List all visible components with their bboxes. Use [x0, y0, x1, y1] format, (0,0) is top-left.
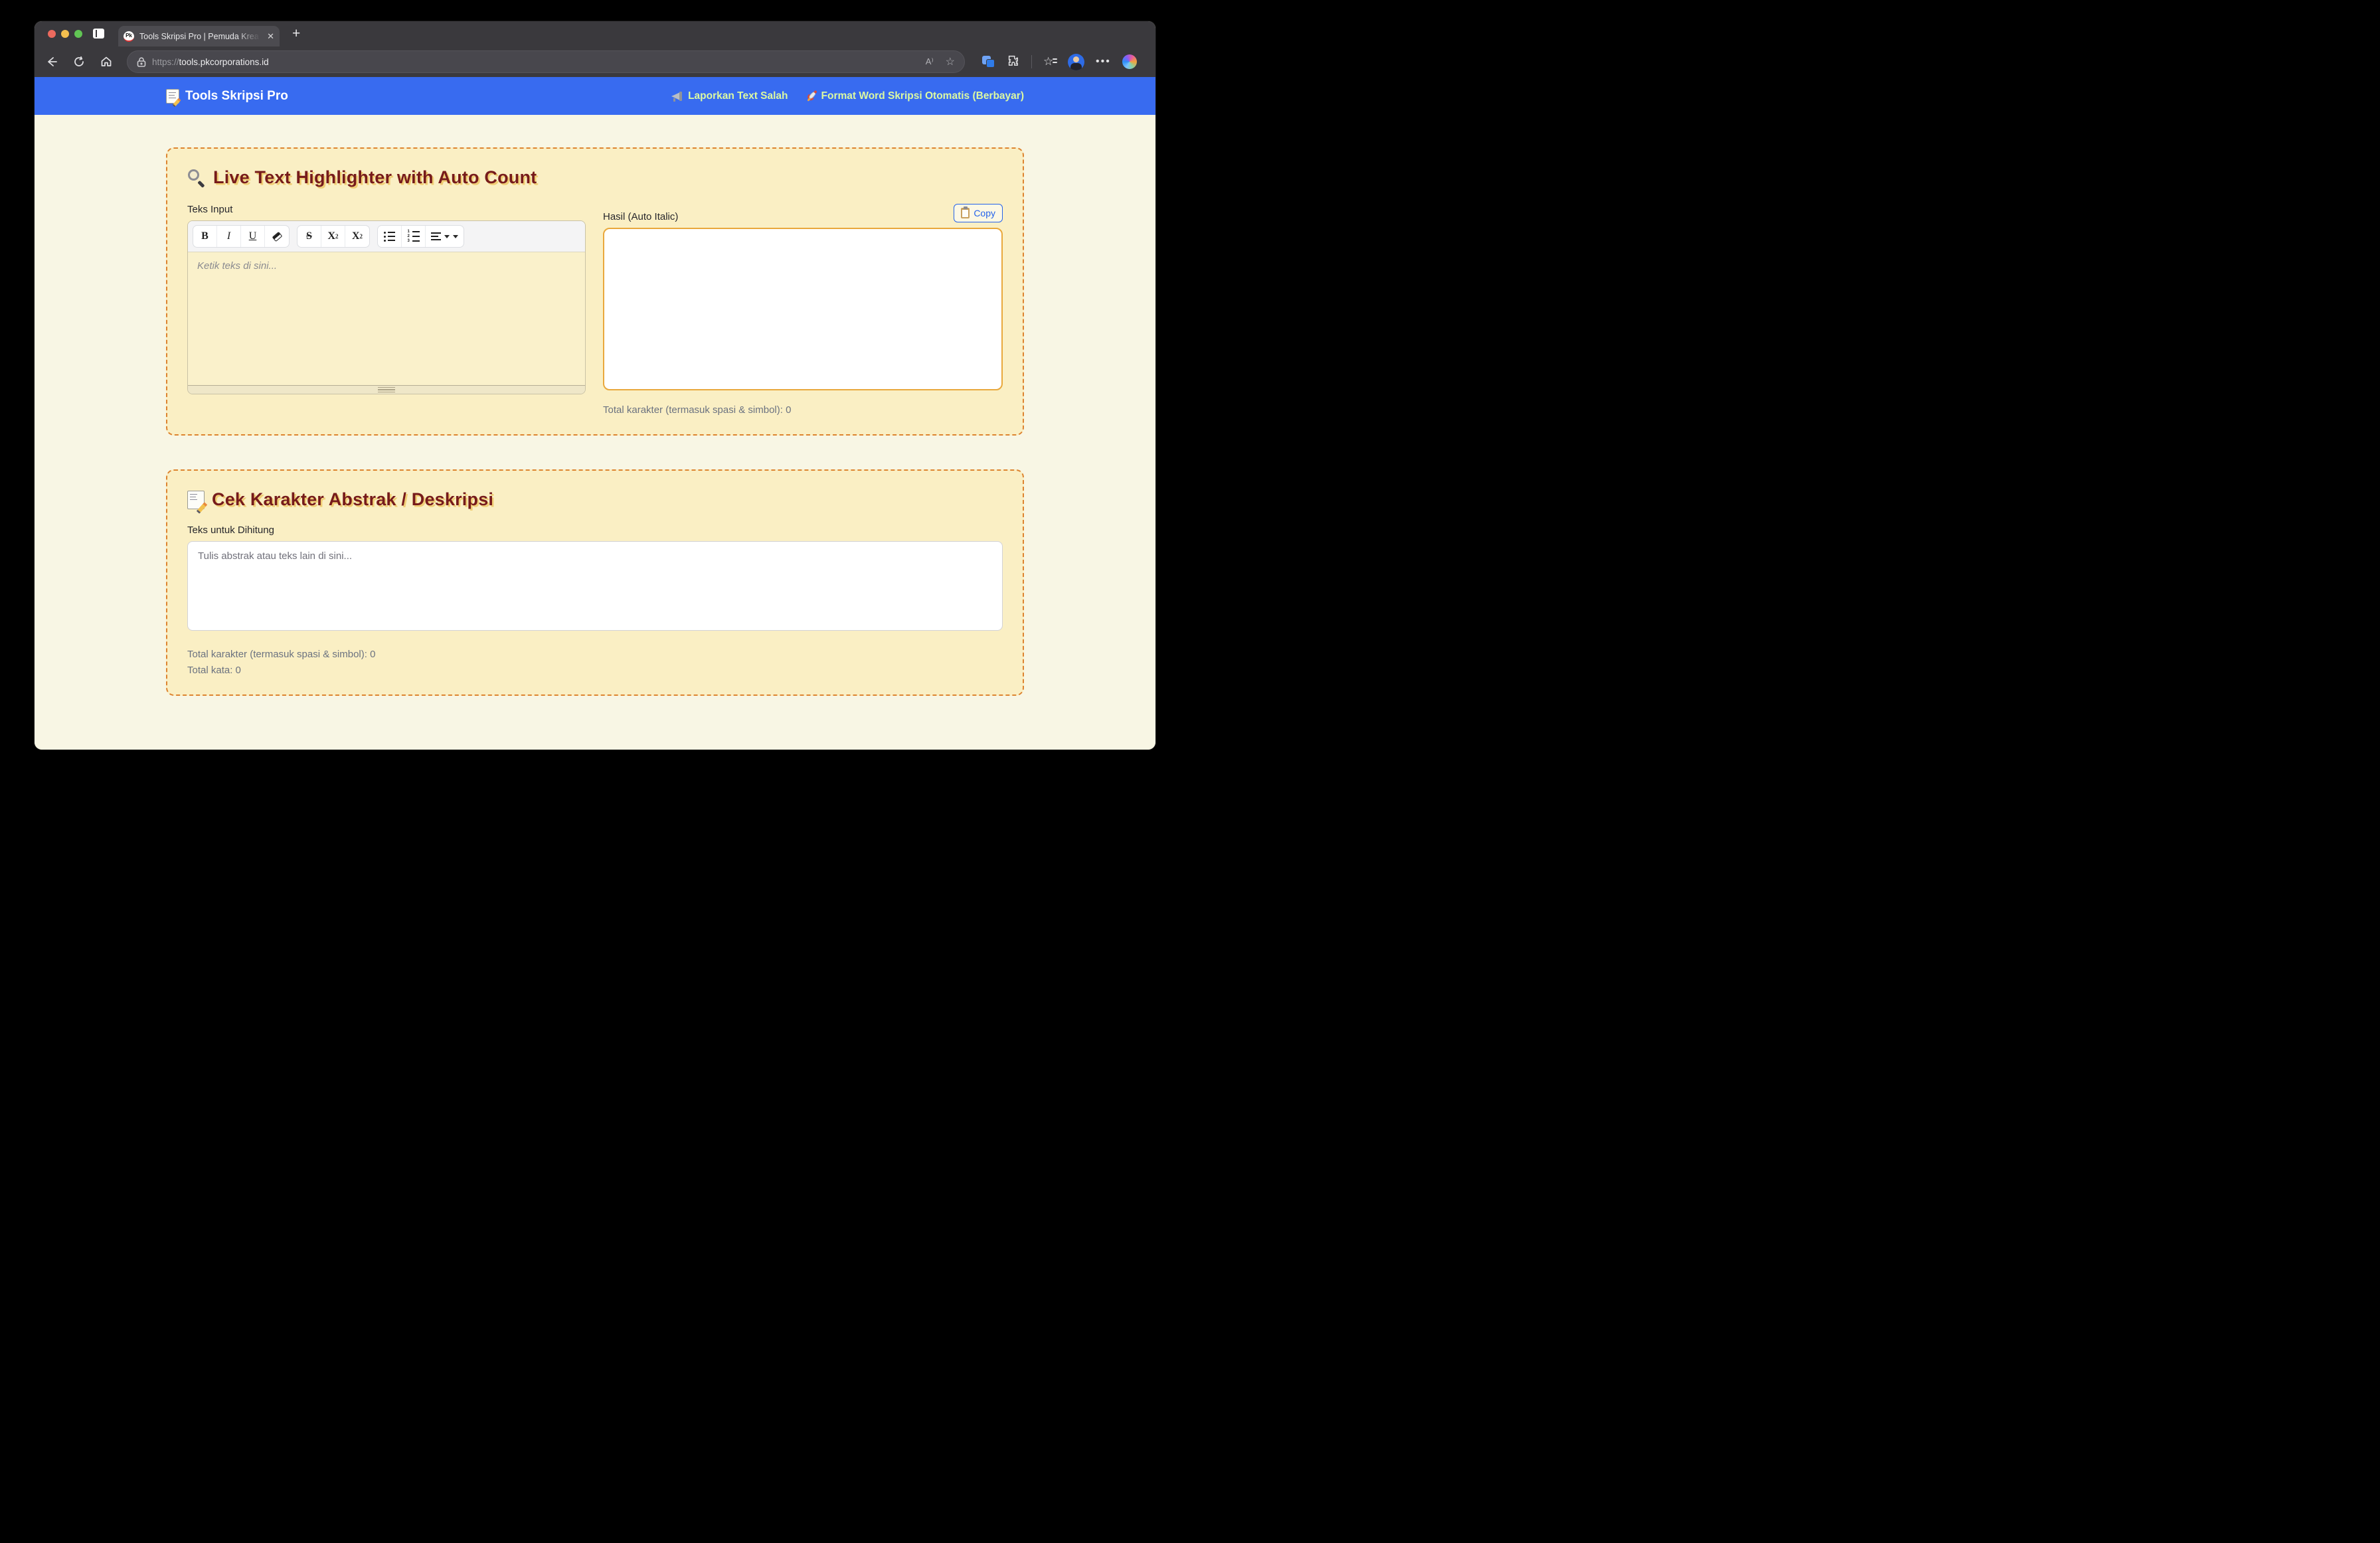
copilot-icon[interactable] [1122, 54, 1137, 69]
lock-icon[interactable] [137, 56, 146, 67]
toolbar-divider [1031, 55, 1032, 68]
site-title: Tools Skripsi Pro [166, 88, 288, 107]
text-input-area[interactable]: Ketik teks di sini... [188, 252, 585, 385]
grip-icon [378, 386, 395, 393]
profile-avatar[interactable] [1068, 53, 1084, 70]
more-menu-icon[interactable]: ••• [1096, 56, 1111, 68]
abstract-card-title: Cek Karakter Abstrak / Deskripsi [187, 489, 1003, 514]
char-count-text: Total karakter (termasuk spasi & simbol)… [603, 404, 792, 416]
align-icon [431, 232, 441, 241]
tab-close-icon[interactable]: ✕ [267, 31, 274, 42]
traffic-lights [48, 30, 82, 38]
abstract-card: Cek Karakter Abstrak / Deskripsi Teks un… [166, 469, 1024, 696]
back-icon[interactable] [45, 55, 58, 68]
italic-button[interactable]: I [217, 226, 241, 247]
close-window-button[interactable] [48, 30, 56, 38]
align-dropdown[interactable] [426, 226, 464, 247]
editor-resize-handle[interactable] [188, 385, 585, 394]
home-icon[interactable] [100, 55, 113, 68]
split-screen-icon[interactable] [982, 56, 995, 68]
search-icon [187, 169, 206, 188]
address-bar[interactable]: https://tools.pkcorporations.id A⁾ ☆ [127, 50, 965, 73]
superscript-button[interactable]: X2 [321, 226, 345, 247]
new-tab-button[interactable]: + [292, 27, 300, 41]
underline-button[interactable]: U [241, 226, 265, 247]
bold-button[interactable]: B [193, 226, 217, 247]
eraser-icon [272, 231, 282, 242]
subscript-button[interactable]: X2 [345, 226, 369, 247]
read-aloud-icon[interactable]: A⁾ [926, 56, 934, 67]
url-host: tools.pkcorporations.id [179, 56, 269, 67]
tab-title: Tools Skripsi Pro | Pemuda Krea [139, 31, 259, 41]
tab-sidebar-toggle-icon[interactable] [93, 29, 104, 39]
copy-button[interactable]: Copy [954, 204, 1003, 222]
site-header: Tools Skripsi Pro Laporkan Text Salah Fo… [35, 77, 1155, 115]
chevron-down-icon [453, 234, 458, 238]
result-label: Hasil (Auto Italic) [603, 211, 679, 222]
favorite-star-icon[interactable]: ☆ [946, 55, 955, 68]
page-content: Live Text Highlighter with Auto Count Te… [35, 115, 1155, 750]
rich-text-editor[interactable]: B I U S X2 X2 1 2 3 Ketik teks di sini..… [187, 220, 586, 394]
highlighter-card-title: Live Text Highlighter with Auto Count [187, 167, 1003, 188]
rocket-icon [803, 88, 819, 104]
bullet-list-button[interactable] [378, 226, 402, 247]
abstract-char-count-text: Total karakter (termasuk spasi & simbol)… [187, 649, 376, 660]
clean-format-button[interactable] [265, 226, 289, 247]
url-scheme: https:// [152, 56, 179, 67]
strikethrough-button[interactable]: S [298, 226, 321, 247]
report-text-link[interactable]: Laporkan Text Salah [671, 90, 788, 102]
megaphone-icon [671, 91, 684, 102]
web-page: Tools Skripsi Pro Laporkan Text Salah Fo… [35, 77, 1155, 750]
tab-favicon: Pk [124, 31, 134, 42]
result-output-box[interactable] [603, 228, 1003, 390]
extensions-icon[interactable] [1007, 54, 1020, 70]
editor-placeholder: Ketik teks di sini... [197, 260, 278, 272]
tab-strip: Pk Tools Skripsi Pro | Pemuda Krea ✕ + [35, 21, 1155, 46]
memo-icon [166, 88, 181, 107]
clipboard-icon [961, 206, 970, 218]
chevron-down-icon [444, 234, 450, 238]
abstract-input-label: Teks untuk Dihitung [187, 525, 274, 536]
reload-icon[interactable] [72, 55, 86, 68]
abstract-word-count-text: Total kata: 0 [187, 665, 241, 676]
zoom-window-button[interactable] [74, 30, 82, 38]
favorites-collections-icon[interactable]: ☆ [1043, 55, 1057, 68]
ordered-list-button[interactable]: 1 2 3 [402, 226, 426, 247]
browser-tab[interactable]: Pk Tools Skripsi Pro | Pemuda Krea ✕ [118, 26, 280, 46]
browser-toolbar: https://tools.pkcorporations.id A⁾ ☆ ☆ •… [35, 46, 1155, 77]
minimize-window-button[interactable] [61, 30, 69, 38]
format-word-link[interactable]: Format Word Skripsi Otomatis (Berbayar) [803, 88, 1024, 104]
ordered-list-icon: 1 2 3 [408, 230, 420, 243]
memo-pencil-icon [187, 490, 208, 514]
editor-toolbar: B I U S X2 X2 1 2 3 [188, 221, 585, 252]
url-text: https://tools.pkcorporations.id [152, 57, 269, 67]
highlighter-card: Live Text Highlighter with Auto Count Te… [166, 147, 1024, 436]
browser-window: Pk Tools Skripsi Pro | Pemuda Krea ✕ + h… [35, 21, 1155, 750]
input-label: Teks Input [187, 204, 233, 215]
abstract-textarea[interactable] [187, 541, 1003, 631]
bullet-list-icon [384, 231, 395, 242]
